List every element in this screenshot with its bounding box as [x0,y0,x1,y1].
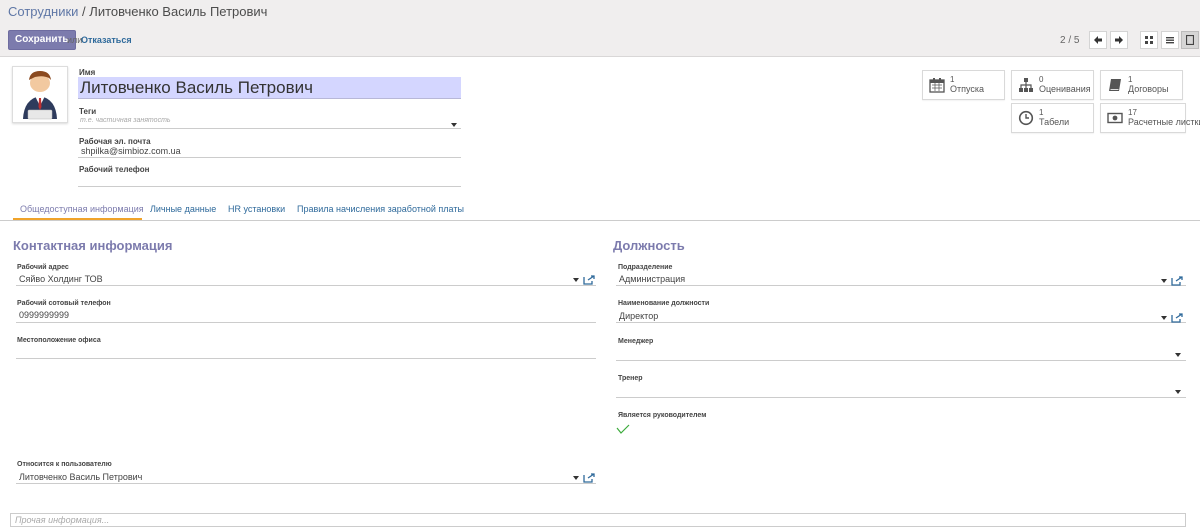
work-email-value: shpilka@simbioz.com.ua [81,146,181,156]
name-input[interactable]: Литовченко Василь Петрович [78,77,461,99]
avatar[interactable] [12,66,68,123]
department-value: Администрация [619,274,686,284]
timesheets-label: Табели [1039,117,1070,127]
tab-hr-settings[interactable]: HR установки [228,204,285,214]
timesheets-count: 1 [1039,108,1044,117]
position-title: Должность [613,238,685,253]
arrow-right-icon [1115,36,1123,44]
tab-salary-rules[interactable]: Правила начисления заработной платы [297,204,464,214]
pager-value[interactable]: 2 / 5 [1060,35,1079,46]
active-tab-indicator [13,218,142,220]
coach-dropdown-icon[interactable] [1175,390,1181,394]
breadcrumb-employees-link[interactable]: Сотрудники [8,4,78,19]
payslips-count: 17 [1128,108,1137,117]
related-user-value: Литовченко Василь Петрович [19,472,143,482]
clock-icon [1018,110,1034,126]
tags-label: Теги [79,107,97,116]
department-dropdown-icon[interactable] [1161,279,1167,283]
pager-previous-button[interactable] [1089,31,1107,49]
manager-field[interactable] [616,347,1186,361]
timesheets-button[interactable]: 1 Табели [1011,103,1094,133]
list-icon [1166,37,1174,44]
is-manager-label: Является руководителем [618,412,707,419]
work-email-field[interactable]: shpilka@simbioz.com.ua [78,146,461,158]
appraisals-count: 0 [1039,75,1044,84]
job-title-label: Наименование должности [618,300,710,307]
book-icon [1109,79,1121,91]
tab-personal-info[interactable]: Личные данные [150,204,216,214]
form-icon [1186,35,1194,45]
is-manager-checkbox[interactable] [616,424,630,434]
discard-link[interactable]: Отказаться [81,35,132,45]
job-title-dropdown-icon[interactable] [1161,316,1167,320]
save-button[interactable]: Сохранить [8,30,76,50]
job-title-value: Директор [619,311,659,321]
contracts-count: 1 [1128,75,1133,84]
appraisals-label: Оценивания [1039,84,1091,94]
manager-dropdown-icon[interactable] [1175,353,1181,357]
work-email-label: Рабочая эл. почта [79,137,151,146]
contracts-label: Договоры [1128,84,1169,94]
external-link-icon[interactable] [1171,276,1183,286]
breadcrumb-separator: / [82,4,86,19]
payslips-label: Расчетные листки [1128,117,1200,127]
control-panel: Сотрудники / Литовченко Василь Петрович … [0,0,1200,57]
work-address-label: Рабочий адрес [17,264,69,271]
arrow-left-icon [1094,36,1102,44]
sitemap-icon [1019,78,1033,92]
pager-next-button[interactable] [1110,31,1128,49]
work-phone-field[interactable] [78,175,461,187]
contracts-button[interactable]: 1 Договоры [1100,70,1183,100]
department-field[interactable]: Администрация [616,273,1186,286]
external-link-icon[interactable] [1171,313,1183,323]
office-location-label: Местоположение офиса [17,337,101,344]
tags-input[interactable]: т.е. частичная занятость [78,117,461,129]
job-title-field[interactable]: Директор [616,310,1186,323]
breadcrumb: Сотрудники / Литовченко Василь Петрович [8,4,267,19]
work-phone-label: Рабочий телефон [79,165,150,174]
external-link-icon[interactable] [583,473,595,483]
tab-public-info[interactable]: Общедоступная информация [20,204,144,214]
kanban-view-button[interactable] [1140,31,1158,49]
mobile-phone-field[interactable]: 0999999999 [16,309,596,323]
breadcrumb-current: Литовченко Василь Петрович [89,4,268,19]
work-address-field[interactable]: Сяйво Холдинг ТОВ [16,273,596,286]
employee-photo-icon [23,71,57,120]
external-link-icon[interactable] [583,275,595,285]
form-view-button[interactable] [1181,31,1199,49]
list-view-button[interactable] [1161,31,1179,49]
name-label: Имя [79,68,96,77]
department-label: Подразделение [618,264,673,271]
tags-dropdown-icon[interactable] [451,123,457,127]
payslips-button[interactable]: 17 Расчетные листки [1100,103,1200,133]
contact-info-title: Контактная информация [13,238,173,253]
related-user-field[interactable]: Литовченко Василь Петрович [16,470,596,484]
related-user-label: Относится к пользователю [17,461,112,468]
related-user-dropdown-icon[interactable] [573,476,579,480]
coach-field[interactable] [616,384,1186,398]
mobile-phone-value: 0999999999 [19,310,70,320]
manager-label: Менеджер [618,338,654,345]
coach-label: Тренер [618,375,643,382]
appraisals-button[interactable]: 0 Оценивания [1011,70,1094,100]
calendar-icon [929,78,945,93]
money-icon [1107,112,1123,124]
kanban-icon [1145,36,1153,44]
office-location-field[interactable] [16,346,596,359]
work-address-value: Сяйво Холдинг ТОВ [19,274,103,284]
leaves-button[interactable]: 1 Отпуска [922,70,1005,100]
work-address-dropdown-icon[interactable] [573,278,579,282]
leaves-label: Отпуска [950,84,985,94]
mobile-phone-label: Рабочий сотовый телефон [17,300,111,307]
leaves-count: 1 [950,75,955,84]
